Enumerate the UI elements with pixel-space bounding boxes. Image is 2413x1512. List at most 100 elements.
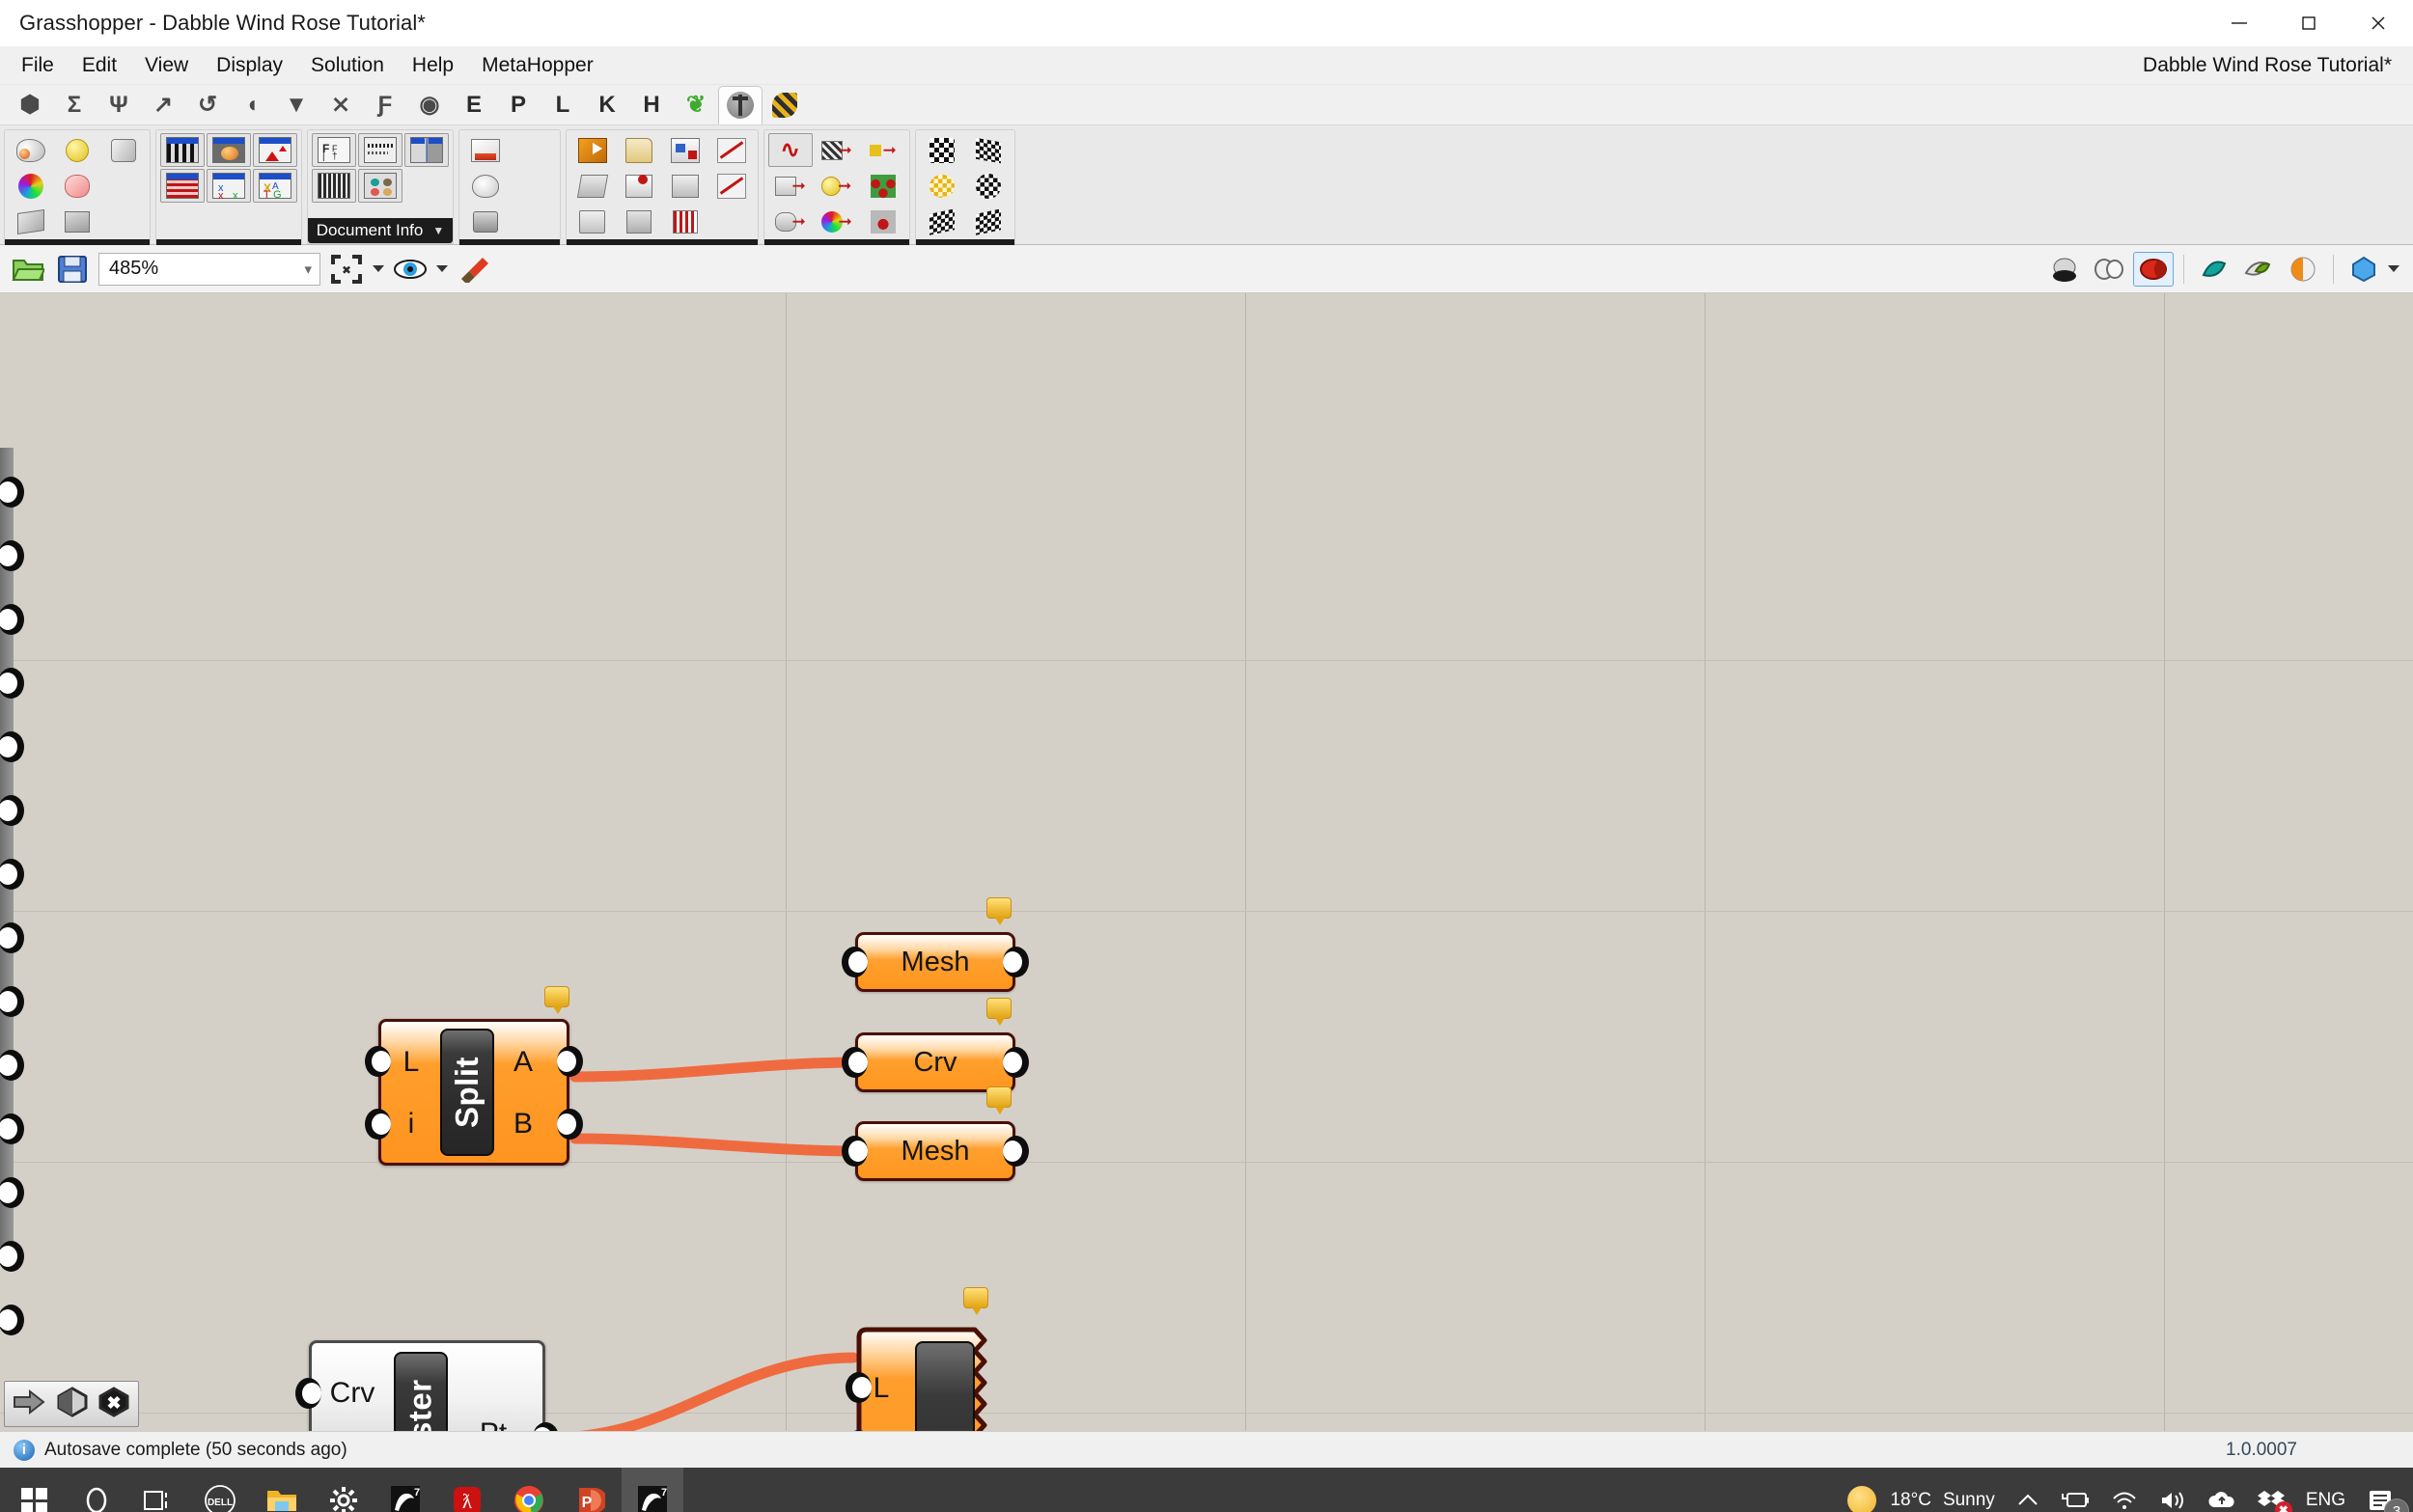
texture-icon-3[interactable] [920,169,964,203]
docinfo-icon-2[interactable] [358,133,402,167]
telepathy-t-icon[interactable] [718,86,763,124]
reference-icon-5[interactable]: ➞ [815,169,859,203]
preview-wireframe-icon[interactable] [2089,252,2129,287]
menu-item-view[interactable]: View [133,50,200,81]
start-button[interactable] [4,1468,66,1512]
onedrive-icon[interactable] [2197,1468,2247,1512]
show-hidden-icons-chevron-icon[interactable] [2006,1468,2050,1512]
offscreen-output-grip[interactable] [0,859,24,890]
reference-icon-9[interactable] [861,205,905,238]
creation-icon-4[interactable] [9,169,53,203]
draw-icons-teal-icon[interactable] [2194,252,2234,287]
display-icon-2[interactable] [207,133,251,167]
offscreen-output-grip[interactable] [0,540,24,571]
texture-icon-5[interactable] [920,205,964,238]
docinfo-icon-4[interactable] [312,169,356,203]
docother-icon-2[interactable] [463,169,508,203]
preview-shaded-black-icon[interactable] [2044,252,2085,287]
menu-item-metahopper[interactable]: MetaHopper [470,50,605,81]
misc-icon-9[interactable] [570,205,615,238]
menu-item-display[interactable]: Display [205,50,294,81]
weather-widget[interactable]: 18°C Sunny [1837,1468,2005,1512]
cluster-input-grip-Crv[interactable] [295,1378,321,1409]
misc-icon-4[interactable] [709,133,754,167]
tag-input-grip-L[interactable] [846,1372,872,1403]
texture-icon-6[interactable] [966,205,1011,238]
volume-icon[interactable] [2149,1468,2197,1512]
reference-icon-1[interactable]: ∿ [768,133,813,167]
docinfo-icon-3[interactable] [404,133,449,167]
param-crv-output-grip[interactable] [1003,1047,1029,1078]
paintbrush-icon[interactable] [456,252,492,287]
split-output-grip-A[interactable] [557,1046,583,1077]
texture-icon-2[interactable] [966,133,1011,167]
surface-icon[interactable]: ◖ [230,87,274,124]
misc-icon-7[interactable] [663,169,707,203]
reference-icon-4[interactable]: ➞ [768,169,813,203]
transform-icon[interactable]: Ƒ [363,87,407,124]
reference-icon-8[interactable]: ➞ [815,205,859,238]
notifications-icon[interactable]: 3 [2356,1468,2413,1512]
param-mesh-1-output-grip[interactable] [1003,947,1029,977]
preview-shaded-red-icon[interactable] [2133,252,2174,287]
docinfo-icon-5[interactable] [358,169,402,203]
creation-icon-8[interactable] [55,205,99,238]
open-document-icon[interactable] [10,252,46,287]
powerpoint-icon[interactable]: P [560,1468,622,1512]
grasshopper-canvas[interactable]: Mesh Crv Mesh Split L i A B [0,293,2413,1431]
reference-icon-3[interactable]: ➞ [861,133,905,167]
vector-arrow-icon[interactable]: ↗ [141,87,185,124]
params-icon[interactable]: ⬢ [8,87,52,124]
chrome-icon[interactable] [498,1468,560,1512]
display-icon-3[interactable] [253,133,297,167]
misc-icon-3[interactable] [663,133,707,167]
offscreen-output-grip[interactable] [0,795,24,826]
misc-icon-2[interactable] [617,133,661,167]
zoom-level-combobox[interactable]: 485% ▾ [98,253,320,286]
creation-icon-5[interactable] [55,169,99,203]
param-mesh-1-input-grip[interactable] [842,947,868,977]
offscreen-output-grip[interactable] [0,1177,24,1208]
sets-icon[interactable]: Ψ [97,87,141,124]
offscreen-output-grip[interactable] [0,986,24,1017]
param-mesh-2-input-grip[interactable] [842,1136,868,1167]
zoom-extents-icon[interactable]: ✖ [328,252,365,287]
zoom-extents-dropdown-arrow[interactable] [373,265,384,272]
reference-icon-7[interactable]: ➞ [768,205,813,238]
task-view-icon[interactable] [127,1468,189,1512]
rhino7-active-icon[interactable]: 7 [622,1468,683,1512]
menu-item-solution[interactable]: Solution [299,50,396,81]
profiler-arrow-icon[interactable] [13,1388,47,1421]
minimize-button[interactable] [2205,0,2274,46]
kangaroo-k-icon[interactable]: K [585,87,629,124]
chevron-down-icon[interactable]: ▾ [304,261,312,278]
rhino7-icon[interactable]: 7 [374,1468,436,1512]
docinfo-icon-1[interactable]: FF|† [312,133,356,167]
reference-icon-6[interactable] [861,169,905,203]
menu-item-help[interactable]: Help [401,50,465,81]
sphere-halfshade-icon[interactable] [2283,252,2323,287]
battery-icon[interactable] [2050,1468,2100,1512]
offscreen-output-grip[interactable] [0,731,24,762]
param-mesh-2-bubble-icon[interactable] [986,1086,1012,1108]
creation-icon-3[interactable] [101,133,146,167]
dropbox-icon[interactable]: ✖ [2247,1468,2295,1512]
docother-icon-3[interactable] [463,205,508,238]
misc-icon-6[interactable] [617,169,661,203]
offscreen-output-grip[interactable] [0,477,24,508]
param-crv-body[interactable]: Crv [855,1032,1015,1092]
creation-icon-2[interactable] [55,133,99,167]
settings-gear-icon[interactable] [313,1468,374,1512]
param-mesh-1-body[interactable]: Mesh [855,932,1015,992]
draw-fancy-green-icon[interactable] [2238,252,2279,287]
mesh-icon[interactable]: ▼ [274,87,319,124]
elefront-e-icon[interactable]: E [452,87,496,124]
param-mesh-1-bubble-icon[interactable] [986,897,1012,919]
save-document-icon[interactable] [54,252,91,287]
pufferfish-p-icon[interactable]: P [496,87,541,124]
offscreen-output-grip[interactable] [0,1050,24,1081]
display-eye-icon[interactable]: ◉ [407,87,452,124]
ladybug-l-icon[interactable]: L [541,87,585,124]
language-indicator[interactable]: ENG [2295,1468,2356,1512]
dell-icon[interactable]: DELL [189,1468,251,1512]
